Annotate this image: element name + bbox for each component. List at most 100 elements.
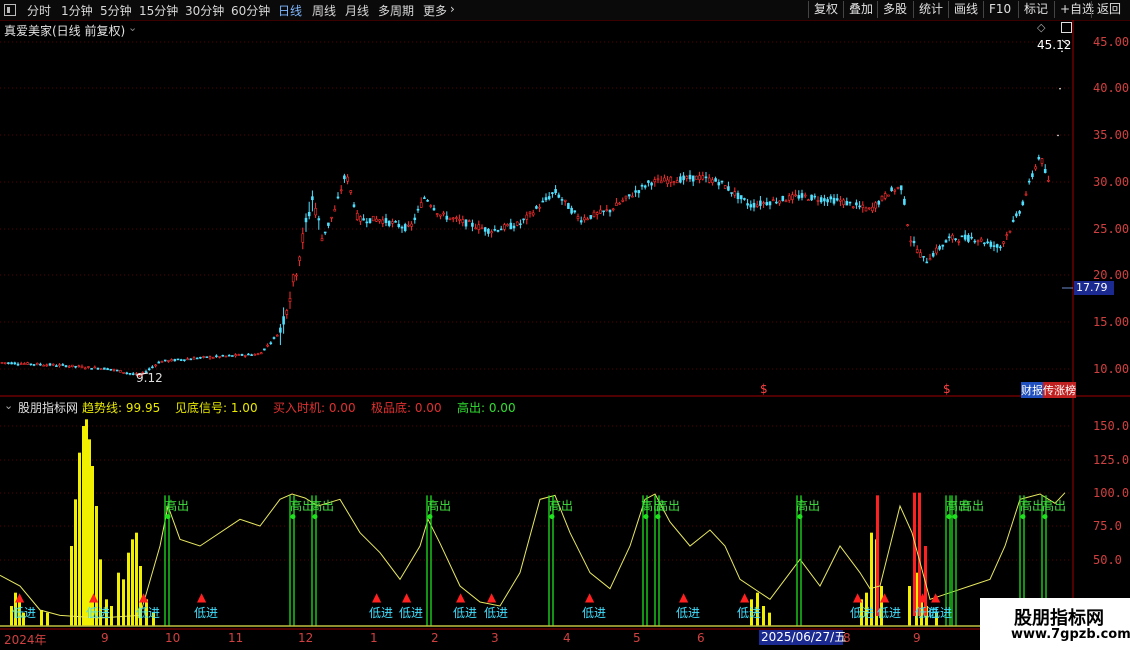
candle-body bbox=[231, 355, 234, 357]
candle-body bbox=[627, 194, 631, 197]
high-price-label: 45.12 bbox=[1037, 38, 1072, 52]
layout-icon[interactable] bbox=[1061, 22, 1072, 33]
candle-body bbox=[855, 202, 858, 206]
candle-body bbox=[381, 219, 385, 224]
candle-body bbox=[896, 187, 900, 189]
toolbar-button-3[interactable]: 统计 bbox=[913, 1, 948, 18]
corner-badges: 财报传涨榜 bbox=[1021, 382, 1076, 398]
toolbar-button-5[interactable]: F10 bbox=[983, 1, 1016, 18]
badge-4[interactable]: 榜 bbox=[1065, 382, 1076, 398]
candle-body bbox=[867, 207, 871, 210]
candle-body bbox=[224, 355, 228, 358]
toolbar-button-8[interactable]: 返回 bbox=[1091, 1, 1126, 18]
toolbar-button-2[interactable]: 多股 bbox=[877, 1, 912, 18]
date-label: 5 bbox=[633, 631, 641, 645]
candle-body bbox=[109, 368, 113, 371]
tab-9[interactable]: 多周期 bbox=[378, 2, 414, 19]
candle-body bbox=[429, 205, 433, 207]
candle-body bbox=[221, 354, 225, 357]
event-marker[interactable]: $ bbox=[760, 382, 768, 396]
candle-body bbox=[947, 236, 951, 239]
candle-body bbox=[58, 364, 61, 367]
candle-body bbox=[880, 195, 884, 201]
histogram-bar bbox=[74, 499, 77, 626]
candle-body bbox=[727, 186, 730, 191]
candle-body bbox=[883, 193, 887, 199]
badge-1[interactable]: 报 bbox=[1032, 382, 1043, 398]
candle-body bbox=[483, 227, 487, 232]
candle-body bbox=[787, 195, 791, 201]
candle-body bbox=[263, 348, 266, 351]
price-tick: 20.00 bbox=[1093, 268, 1130, 282]
candle-body bbox=[10, 362, 13, 365]
candle-body bbox=[103, 367, 106, 370]
candle-body bbox=[775, 201, 778, 204]
histogram-bar bbox=[46, 612, 49, 626]
sell-dot bbox=[952, 514, 958, 520]
candle-body bbox=[829, 196, 833, 200]
chevron-down-icon[interactable]: ⌄ bbox=[128, 21, 137, 34]
candle-body bbox=[717, 182, 721, 186]
candle-body bbox=[163, 359, 167, 362]
toolbar-button-4[interactable]: 画线 bbox=[948, 1, 983, 18]
tab-4[interactable]: 30分钟 bbox=[185, 2, 224, 19]
candle-body bbox=[714, 178, 717, 182]
tab-5[interactable]: 60分钟 bbox=[231, 2, 270, 19]
toolbar-button-1[interactable]: 叠加 bbox=[843, 1, 878, 18]
candle-body bbox=[688, 174, 692, 180]
candle-body bbox=[650, 182, 653, 186]
chevron-right-icon[interactable]: › bbox=[450, 2, 455, 16]
diamond-icon[interactable]: ◇ bbox=[1037, 21, 1045, 34]
candle-body bbox=[707, 177, 711, 183]
tab-1[interactable]: 1分钟 bbox=[61, 2, 93, 19]
candle-body bbox=[519, 223, 522, 226]
candle-body bbox=[51, 363, 55, 366]
candle-body bbox=[301, 233, 305, 243]
candle-body bbox=[464, 219, 468, 227]
date-label: 2 bbox=[431, 631, 439, 645]
tab-3[interactable]: 15分钟 bbox=[139, 2, 178, 19]
candle-body bbox=[87, 366, 90, 368]
toolbar-button-6[interactable]: 标记 bbox=[1018, 1, 1053, 18]
candle-body bbox=[96, 367, 100, 370]
candle-body bbox=[810, 194, 813, 201]
tab-6[interactable]: 日线 bbox=[278, 2, 302, 19]
candle-body bbox=[957, 240, 961, 243]
histogram-bar bbox=[110, 606, 113, 626]
badge-2[interactable]: 传 bbox=[1043, 382, 1054, 398]
candle-body bbox=[832, 197, 836, 204]
tab-7[interactable]: 周线 bbox=[312, 2, 336, 19]
window-icon[interactable] bbox=[4, 4, 16, 16]
badge-3[interactable]: 涨 bbox=[1054, 382, 1065, 398]
candle-body bbox=[573, 210, 577, 213]
candle-body bbox=[349, 190, 353, 193]
candle-body bbox=[515, 221, 519, 226]
tab-0[interactable]: 分时 bbox=[27, 2, 51, 19]
candle-body bbox=[816, 200, 820, 202]
tab-2[interactable]: 5分钟 bbox=[100, 2, 132, 19]
tab-8[interactable]: 月线 bbox=[345, 2, 369, 19]
candle-body bbox=[256, 353, 260, 356]
event-marker[interactable]: $ bbox=[943, 382, 951, 396]
histogram-bar bbox=[85, 419, 88, 626]
badge-0[interactable]: 财 bbox=[1021, 382, 1032, 398]
candle-body bbox=[346, 176, 349, 182]
price-chart[interactable] bbox=[0, 0, 1130, 650]
candle-body bbox=[560, 199, 564, 201]
candle-body bbox=[490, 231, 493, 234]
indicator-value-0: 趋势线: 99.95 bbox=[82, 401, 161, 415]
candle-body bbox=[589, 215, 593, 219]
candle-body bbox=[778, 200, 781, 204]
candle-body bbox=[592, 211, 596, 217]
toolbar-button-0[interactable]: 复权 bbox=[808, 1, 843, 18]
candle-body bbox=[656, 178, 660, 181]
collapse-icon[interactable]: ⌄ bbox=[4, 399, 13, 412]
candle-body bbox=[1027, 180, 1031, 183]
tab-10[interactable]: 更多 bbox=[423, 2, 447, 19]
candle-body bbox=[1015, 213, 1018, 217]
candle-body bbox=[368, 218, 372, 224]
date-label: 2024年 bbox=[4, 633, 47, 647]
candle-body bbox=[797, 195, 801, 199]
price-tick: 25.00 bbox=[1093, 222, 1130, 236]
candle-body bbox=[183, 359, 186, 361]
